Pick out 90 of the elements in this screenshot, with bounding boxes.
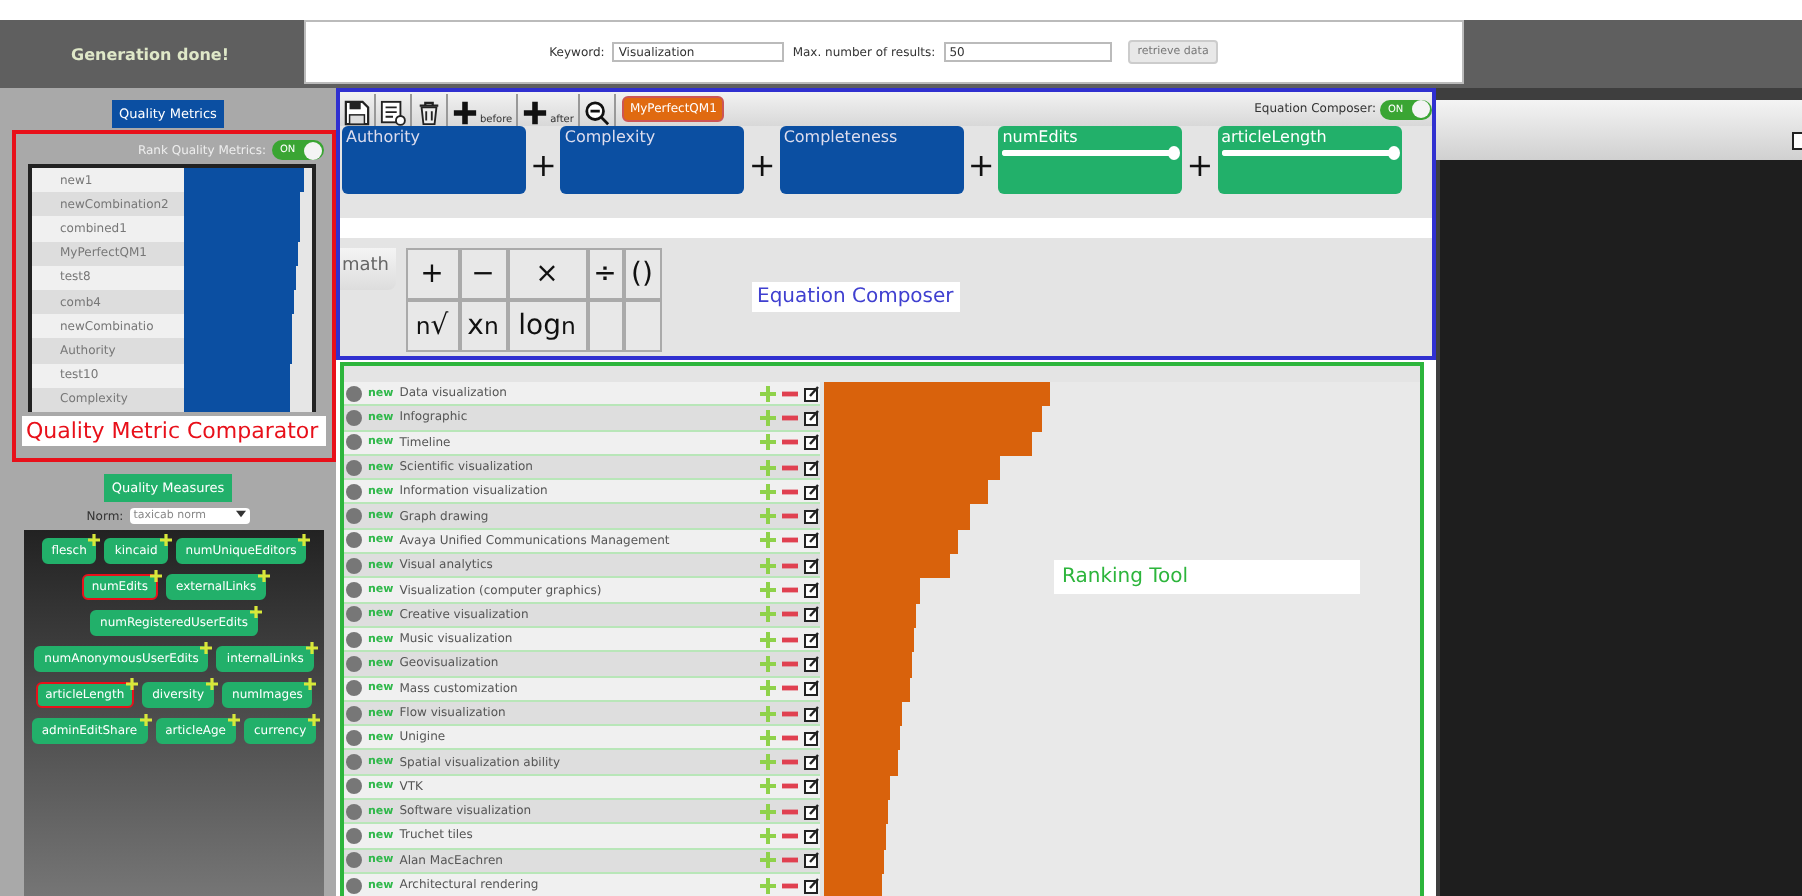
operator-sign: + bbox=[748, 145, 776, 183]
plus-icon bbox=[522, 99, 549, 125]
edit-icon[interactable] bbox=[804, 459, 820, 476]
key-button[interactable]: ÷ bbox=[587, 248, 624, 300]
circle-icon bbox=[346, 409, 362, 426]
circle-icon bbox=[346, 385, 362, 402]
metric-card[interactable]: Completeness bbox=[779, 126, 964, 194]
edit-icon[interactable] bbox=[804, 557, 820, 574]
term-label: Completeness bbox=[783, 128, 900, 146]
slider-thumb[interactable] bbox=[1168, 146, 1181, 160]
plus-icon[interactable] bbox=[304, 678, 317, 690]
plus-icon[interactable] bbox=[88, 534, 101, 546]
circle-icon bbox=[346, 680, 362, 697]
plus-icon[interactable] bbox=[150, 570, 163, 582]
key-button[interactable] bbox=[587, 300, 624, 352]
plus-icon[interactable] bbox=[298, 534, 311, 546]
math-tab[interactable]: math bbox=[340, 248, 396, 290]
plus-icon[interactable] bbox=[159, 534, 172, 546]
plus-icon[interactable] bbox=[249, 606, 262, 618]
edit-icon[interactable] bbox=[804, 532, 820, 549]
edit-icon[interactable] bbox=[804, 705, 820, 721]
plus-icon[interactable] bbox=[139, 714, 152, 726]
key-button[interactable]: () bbox=[623, 248, 662, 300]
circle-icon bbox=[346, 705, 362, 721]
operator-sign: + bbox=[530, 145, 557, 183]
plus-icon[interactable] bbox=[258, 570, 271, 582]
circle-icon bbox=[346, 655, 362, 672]
circle-icon bbox=[346, 729, 362, 746]
edit-icon[interactable] bbox=[804, 852, 820, 869]
term-label: Authority bbox=[346, 128, 423, 146]
edit-icon[interactable] bbox=[804, 655, 820, 672]
circle-icon bbox=[346, 754, 362, 771]
circle-icon bbox=[346, 852, 362, 869]
plus-icon[interactable] bbox=[308, 714, 321, 726]
circle-icon bbox=[346, 606, 362, 623]
plus-icon[interactable] bbox=[206, 678, 219, 690]
edit-icon[interactable] bbox=[804, 508, 820, 525]
circle-icon bbox=[346, 557, 362, 574]
edit-icon[interactable] bbox=[804, 409, 820, 426]
circle-icon bbox=[346, 778, 362, 795]
plus-icon[interactable] bbox=[228, 714, 240, 726]
circle-icon bbox=[346, 508, 362, 525]
slider-thumb[interactable] bbox=[1387, 146, 1400, 160]
edit-icon[interactable] bbox=[804, 606, 820, 623]
circle-icon bbox=[346, 459, 362, 476]
edit-icon[interactable] bbox=[804, 778, 820, 795]
trash-icon[interactable] bbox=[416, 99, 442, 125]
annotation-label: Equation Composer bbox=[751, 282, 960, 312]
circle-icon bbox=[346, 582, 362, 599]
term-label: articleLength bbox=[1221, 128, 1329, 146]
circle-icon bbox=[346, 631, 362, 648]
plus-icon[interactable] bbox=[200, 642, 213, 654]
operator-sign: + bbox=[1186, 145, 1214, 183]
caret-icon bbox=[235, 510, 246, 518]
weight-slider[interactable] bbox=[1221, 150, 1394, 156]
key-button[interactable]: × bbox=[507, 248, 588, 300]
circle-icon bbox=[346, 803, 362, 820]
edit-icon[interactable] bbox=[804, 631, 820, 648]
edit-icon[interactable] bbox=[804, 754, 820, 771]
status-text: Generation done! bbox=[71, 45, 229, 63]
circle-icon bbox=[346, 434, 362, 451]
save-icon[interactable] bbox=[344, 99, 370, 125]
edit-icon[interactable] bbox=[804, 803, 820, 820]
edit-icon[interactable] bbox=[804, 582, 820, 599]
term-label: numEdits bbox=[1002, 128, 1080, 146]
circle-icon bbox=[346, 532, 362, 549]
edit-icon[interactable] bbox=[804, 434, 820, 451]
edit-icon[interactable] bbox=[804, 385, 820, 402]
metric-card[interactable]: Authority bbox=[342, 126, 526, 194]
weight-slider[interactable] bbox=[1002, 150, 1175, 156]
plus-icon[interactable] bbox=[126, 678, 139, 690]
edit-icon[interactable] bbox=[804, 483, 820, 500]
key-button[interactable]: − bbox=[459, 248, 508, 300]
plus-icon bbox=[452, 99, 478, 125]
operator-sign: + bbox=[967, 145, 995, 183]
edit-icon[interactable] bbox=[804, 877, 820, 894]
annotation-label: Quality Metric Comparator bbox=[22, 415, 326, 446]
circle-icon bbox=[346, 483, 362, 500]
edit-icon[interactable] bbox=[804, 680, 820, 697]
key-button[interactable] bbox=[623, 300, 662, 352]
annotation-tooltip: Ranking Tool bbox=[1054, 560, 1360, 594]
term-label: Complexity bbox=[564, 128, 658, 146]
edit-icon[interactable] bbox=[804, 827, 820, 844]
edit-icon[interactable] bbox=[804, 729, 820, 746]
plus-icon[interactable] bbox=[305, 642, 318, 654]
circle-icon bbox=[346, 877, 362, 894]
key-button[interactable]: + bbox=[405, 248, 460, 300]
zoom-out-icon[interactable] bbox=[583, 99, 610, 125]
circle-icon bbox=[346, 827, 362, 844]
metric-card[interactable]: Complexity bbox=[560, 126, 745, 194]
